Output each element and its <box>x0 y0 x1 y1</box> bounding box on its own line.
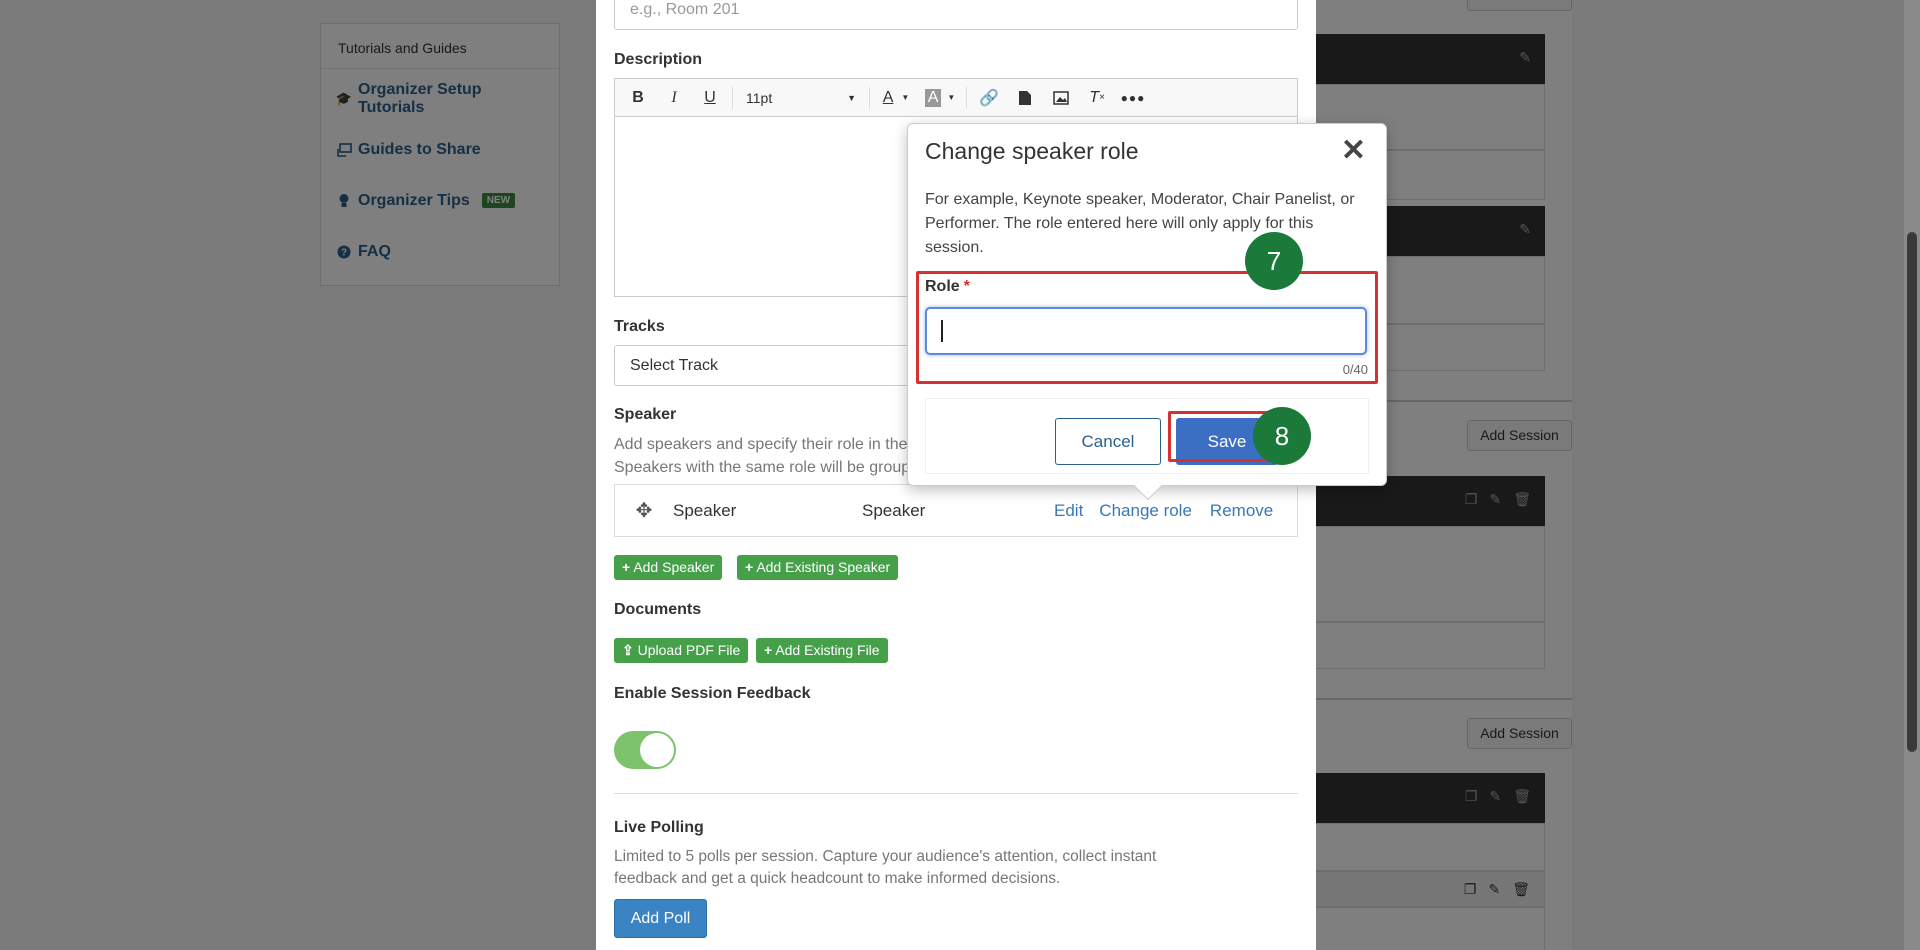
documents-label: Documents <box>614 601 702 618</box>
font-size-value: 11pt <box>746 89 773 106</box>
live-polling-label: Live Polling <box>614 819 704 836</box>
cancel-button[interactable]: Cancel <box>1055 418 1161 465</box>
plus-icon: + <box>622 559 631 575</box>
more-options-icon[interactable]: ●●● <box>1116 83 1150 113</box>
role-label-text: Role <box>925 278 960 295</box>
bold-icon[interactable]: B <box>621 83 655 113</box>
role-input[interactable] <box>925 307 1367 355</box>
file-upload-icon[interactable] <box>1008 83 1042 113</box>
font-size-select[interactable]: 11pt ▼ <box>738 83 864 113</box>
upload-pdf-label: Upload PDF File <box>637 642 741 658</box>
session-feedback-label: Enable Session Feedback <box>614 685 811 702</box>
toggle-knob <box>640 733 674 767</box>
text-color-icon[interactable]: A ▼ <box>875 83 917 113</box>
description-label: Description <box>614 51 703 68</box>
character-counter: 0/40 <box>1342 362 1368 377</box>
add-existing-speaker-label: Add Existing Speaker <box>756 559 891 575</box>
add-speaker-button[interactable]: + Add Speaker <box>614 555 723 580</box>
underline-icon[interactable]: U <box>693 83 727 113</box>
page-scrollbar[interactable] <box>1904 0 1920 950</box>
add-existing-file-button[interactable]: + Add Existing File <box>756 638 888 663</box>
add-poll-button[interactable]: Add Poll <box>614 899 707 938</box>
room-input[interactable]: e.g., Room 201 <box>614 0 1298 30</box>
editor-toolbar: B I U 11pt ▼ A ▼ A ▼ 🔗 T × ●●● <box>615 79 1297 117</box>
background-color-icon[interactable]: A ▼ <box>919 83 961 113</box>
remove-speaker-link[interactable]: Remove <box>1210 501 1273 521</box>
session-feedback-toggle[interactable] <box>614 731 676 769</box>
upload-pdf-button[interactable]: ⇪ Upload PDF File <box>614 638 749 663</box>
speaker-label: Speaker <box>614 406 677 423</box>
scrollbar-thumb[interactable] <box>1907 232 1917 752</box>
toolbar-separator <box>869 86 870 109</box>
tracks-label: Tracks <box>614 318 665 335</box>
step-badge-save: 8 <box>1253 407 1311 465</box>
text-cursor <box>941 320 943 342</box>
dialog-description: For example, Keynote speaker, Moderator,… <box>925 191 1355 256</box>
chevron-down-icon: ▼ <box>847 92 856 103</box>
step-badge-role: 7 <box>1245 232 1303 290</box>
add-speaker-label: Add Speaker <box>633 559 715 575</box>
section-divider <box>614 793 1298 794</box>
plus-icon: + <box>764 642 773 658</box>
speaker-row: ✥ Speaker Speaker Edit Change role Remov… <box>614 484 1298 537</box>
upload-icon: ⇪ <box>622 642 634 658</box>
add-existing-file-label: Add Existing File <box>775 642 880 658</box>
change-role-link[interactable]: Change role <box>1099 501 1192 521</box>
dialog-title: Change speaker role <box>925 138 1139 164</box>
edit-speaker-link[interactable]: Edit <box>1054 501 1083 521</box>
close-icon[interactable]: ✕ <box>1341 136 1366 166</box>
required-marker: * <box>963 278 970 295</box>
speaker-name: Speaker <box>673 500 737 520</box>
toolbar-separator <box>966 86 967 109</box>
role-label: Role * <box>925 278 970 296</box>
change-speaker-role-dialog: Change speaker role ✕ For example, Keyno… <box>907 123 1387 501</box>
italic-icon[interactable]: I <box>657 83 691 113</box>
add-existing-speaker-button[interactable]: + Add Existing Speaker <box>737 555 899 580</box>
plus-icon: + <box>745 559 754 575</box>
image-icon[interactable] <box>1044 83 1078 113</box>
link-icon[interactable]: 🔗 <box>972 83 1006 113</box>
drag-handle-icon[interactable]: ✥ <box>615 498 673 523</box>
toolbar-separator <box>732 86 733 109</box>
clear-formatting-icon[interactable]: T × <box>1080 83 1114 113</box>
live-polling-help: Limited to 5 polls per session. Capture … <box>614 848 1157 887</box>
speaker-role: Speaker <box>862 500 926 520</box>
